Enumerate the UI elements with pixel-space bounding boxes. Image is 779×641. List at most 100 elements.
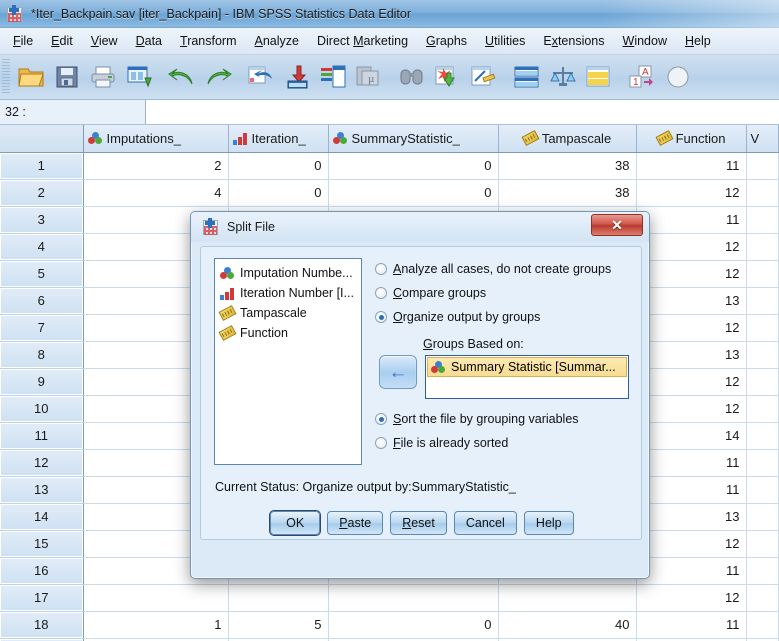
table-cell[interactable]: 4 — [83, 179, 228, 206]
list-item[interactable]: Imputation Numbe... — [218, 263, 358, 283]
table-cell[interactable] — [746, 584, 779, 611]
table-cell[interactable]: 0 — [228, 179, 328, 206]
menu-item-graphs[interactable]: Graphs — [417, 31, 476, 51]
column-header-summarystatistic[interactable]: SummaryStatistic_ — [328, 125, 498, 152]
radio-file-is-already-sorted[interactable]: File is already sorted — [375, 431, 630, 455]
cell-value-input[interactable] — [146, 100, 779, 124]
column-header-tampascale[interactable]: Tampascale — [498, 125, 636, 152]
menu-item-window[interactable]: Window — [614, 31, 676, 51]
row-header[interactable]: 4 — [0, 233, 83, 260]
paste-button[interactable]: Paste — [327, 511, 383, 535]
toolbar-grip[interactable] — [2, 59, 10, 95]
table-cell[interactable]: 11 — [636, 449, 746, 476]
table-cell[interactable] — [746, 314, 779, 341]
table-cell[interactable] — [228, 584, 328, 611]
table-cell[interactable] — [746, 476, 779, 503]
table-cell[interactable] — [746, 179, 779, 206]
row-header[interactable]: 6 — [0, 287, 83, 314]
table-cell[interactable] — [746, 233, 779, 260]
weight-cases-icon[interactable] — [545, 58, 581, 96]
table-cell[interactable]: 12 — [636, 314, 746, 341]
table-cell[interactable] — [746, 530, 779, 557]
menu-item-data[interactable]: Data — [127, 31, 171, 51]
table-cell[interactable]: 11 — [636, 611, 746, 638]
print-icon[interactable] — [85, 58, 121, 96]
table-row[interactable]: 12003811 — [0, 152, 779, 179]
run-descriptives-icon[interactable]: µ — [351, 58, 387, 96]
table-cell[interactable] — [746, 368, 779, 395]
table-row[interactable]: 1712 — [0, 584, 779, 611]
radio-sort-file-by-grouping-variables[interactable]: Sort the file by grouping variables — [375, 407, 630, 431]
table-cell[interactable]: 0 — [328, 179, 498, 206]
table-cell[interactable]: 5 — [228, 611, 328, 638]
table-cell[interactable]: 13 — [636, 341, 746, 368]
menu-item-utilities[interactable]: Utilities — [476, 31, 534, 51]
table-cell[interactable] — [746, 503, 779, 530]
cell-reference-name[interactable]: 32 : — [0, 100, 146, 124]
table-cell[interactable] — [328, 584, 498, 611]
menu-item-edit[interactable]: Edit — [42, 31, 82, 51]
groups-based-on-list[interactable]: Summary Statistic [Summar... — [425, 355, 629, 399]
menu-item-extensions[interactable]: Extensions — [534, 31, 613, 51]
radio-compare-groups[interactable]: Compare groups — [375, 281, 630, 305]
table-cell[interactable]: 13 — [636, 503, 746, 530]
menu-item-analyze[interactable]: Analyze — [246, 31, 308, 51]
table-cell[interactable]: 12 — [636, 179, 746, 206]
row-header[interactable]: 14 — [0, 503, 83, 530]
row-header[interactable]: 3 — [0, 206, 83, 233]
list-item[interactable]: Function — [218, 323, 358, 343]
row-header[interactable]: 5 — [0, 260, 83, 287]
redo-icon[interactable] — [200, 58, 236, 96]
menu-item-view[interactable]: View — [82, 31, 127, 51]
recall-dialogs-icon[interactable] — [121, 58, 157, 96]
column-header-iteration[interactable]: Iteration_ — [228, 125, 328, 152]
row-header[interactable]: 10 — [0, 395, 83, 422]
column-header-function[interactable]: Function — [636, 125, 746, 152]
goto-variable-icon[interactable] — [279, 58, 315, 96]
use-variable-sets-icon[interactable] — [660, 58, 696, 96]
table-cell[interactable]: 14 — [636, 422, 746, 449]
source-variable-list[interactable]: Imputation Numbe...Iteration Number [I..… — [214, 258, 362, 465]
table-cell[interactable] — [746, 422, 779, 449]
list-item[interactable]: Iteration Number [I... — [218, 283, 358, 303]
grid-corner[interactable] — [0, 125, 83, 152]
table-row[interactable]: 24003812 — [0, 179, 779, 206]
table-cell[interactable]: 11 — [636, 476, 746, 503]
split-file-icon[interactable] — [509, 58, 545, 96]
open-file-icon[interactable] — [13, 58, 49, 96]
find-icon[interactable] — [394, 58, 430, 96]
table-cell[interactable] — [746, 449, 779, 476]
table-cell[interactable] — [746, 557, 779, 584]
help-button[interactable]: Help — [524, 511, 574, 535]
reset-button[interactable]: Reset — [390, 511, 447, 535]
table-cell[interactable] — [746, 395, 779, 422]
row-header[interactable]: 2 — [0, 179, 83, 206]
menu-item-direct-marketing[interactable]: Direct Marketing — [308, 31, 417, 51]
radio-organize-output-by-groups[interactable]: Organize output by groups — [375, 305, 630, 329]
move-variable-button[interactable]: ← — [379, 355, 417, 389]
table-cell[interactable] — [746, 341, 779, 368]
insert-variable-icon[interactable] — [466, 58, 502, 96]
row-header[interactable]: 7 — [0, 314, 83, 341]
row-header[interactable]: 18 — [0, 611, 83, 638]
undo-icon[interactable] — [164, 58, 200, 96]
row-header[interactable]: 1 — [0, 152, 83, 179]
table-cell[interactable]: 11 — [636, 152, 746, 179]
row-header[interactable]: 13 — [0, 476, 83, 503]
row-header[interactable]: 15 — [0, 530, 83, 557]
list-item[interactable]: Tampascale — [218, 303, 358, 323]
row-header[interactable]: 16 — [0, 557, 83, 584]
table-row[interactable]: 181504011 — [0, 611, 779, 638]
variables-icon[interactable] — [315, 58, 351, 96]
table-cell[interactable]: 12 — [636, 368, 746, 395]
row-header[interactable]: 9 — [0, 368, 83, 395]
table-cell[interactable]: 0 — [328, 152, 498, 179]
row-header[interactable]: 11 — [0, 422, 83, 449]
table-cell[interactable]: 13 — [636, 287, 746, 314]
menu-item-transform[interactable]: Transform — [171, 31, 246, 51]
table-cell[interactable]: 12 — [636, 260, 746, 287]
close-icon[interactable]: ✕ — [591, 214, 643, 236]
table-cell[interactable]: 0 — [328, 611, 498, 638]
row-header[interactable]: 12 — [0, 449, 83, 476]
cancel-button[interactable]: Cancel — [454, 511, 517, 535]
